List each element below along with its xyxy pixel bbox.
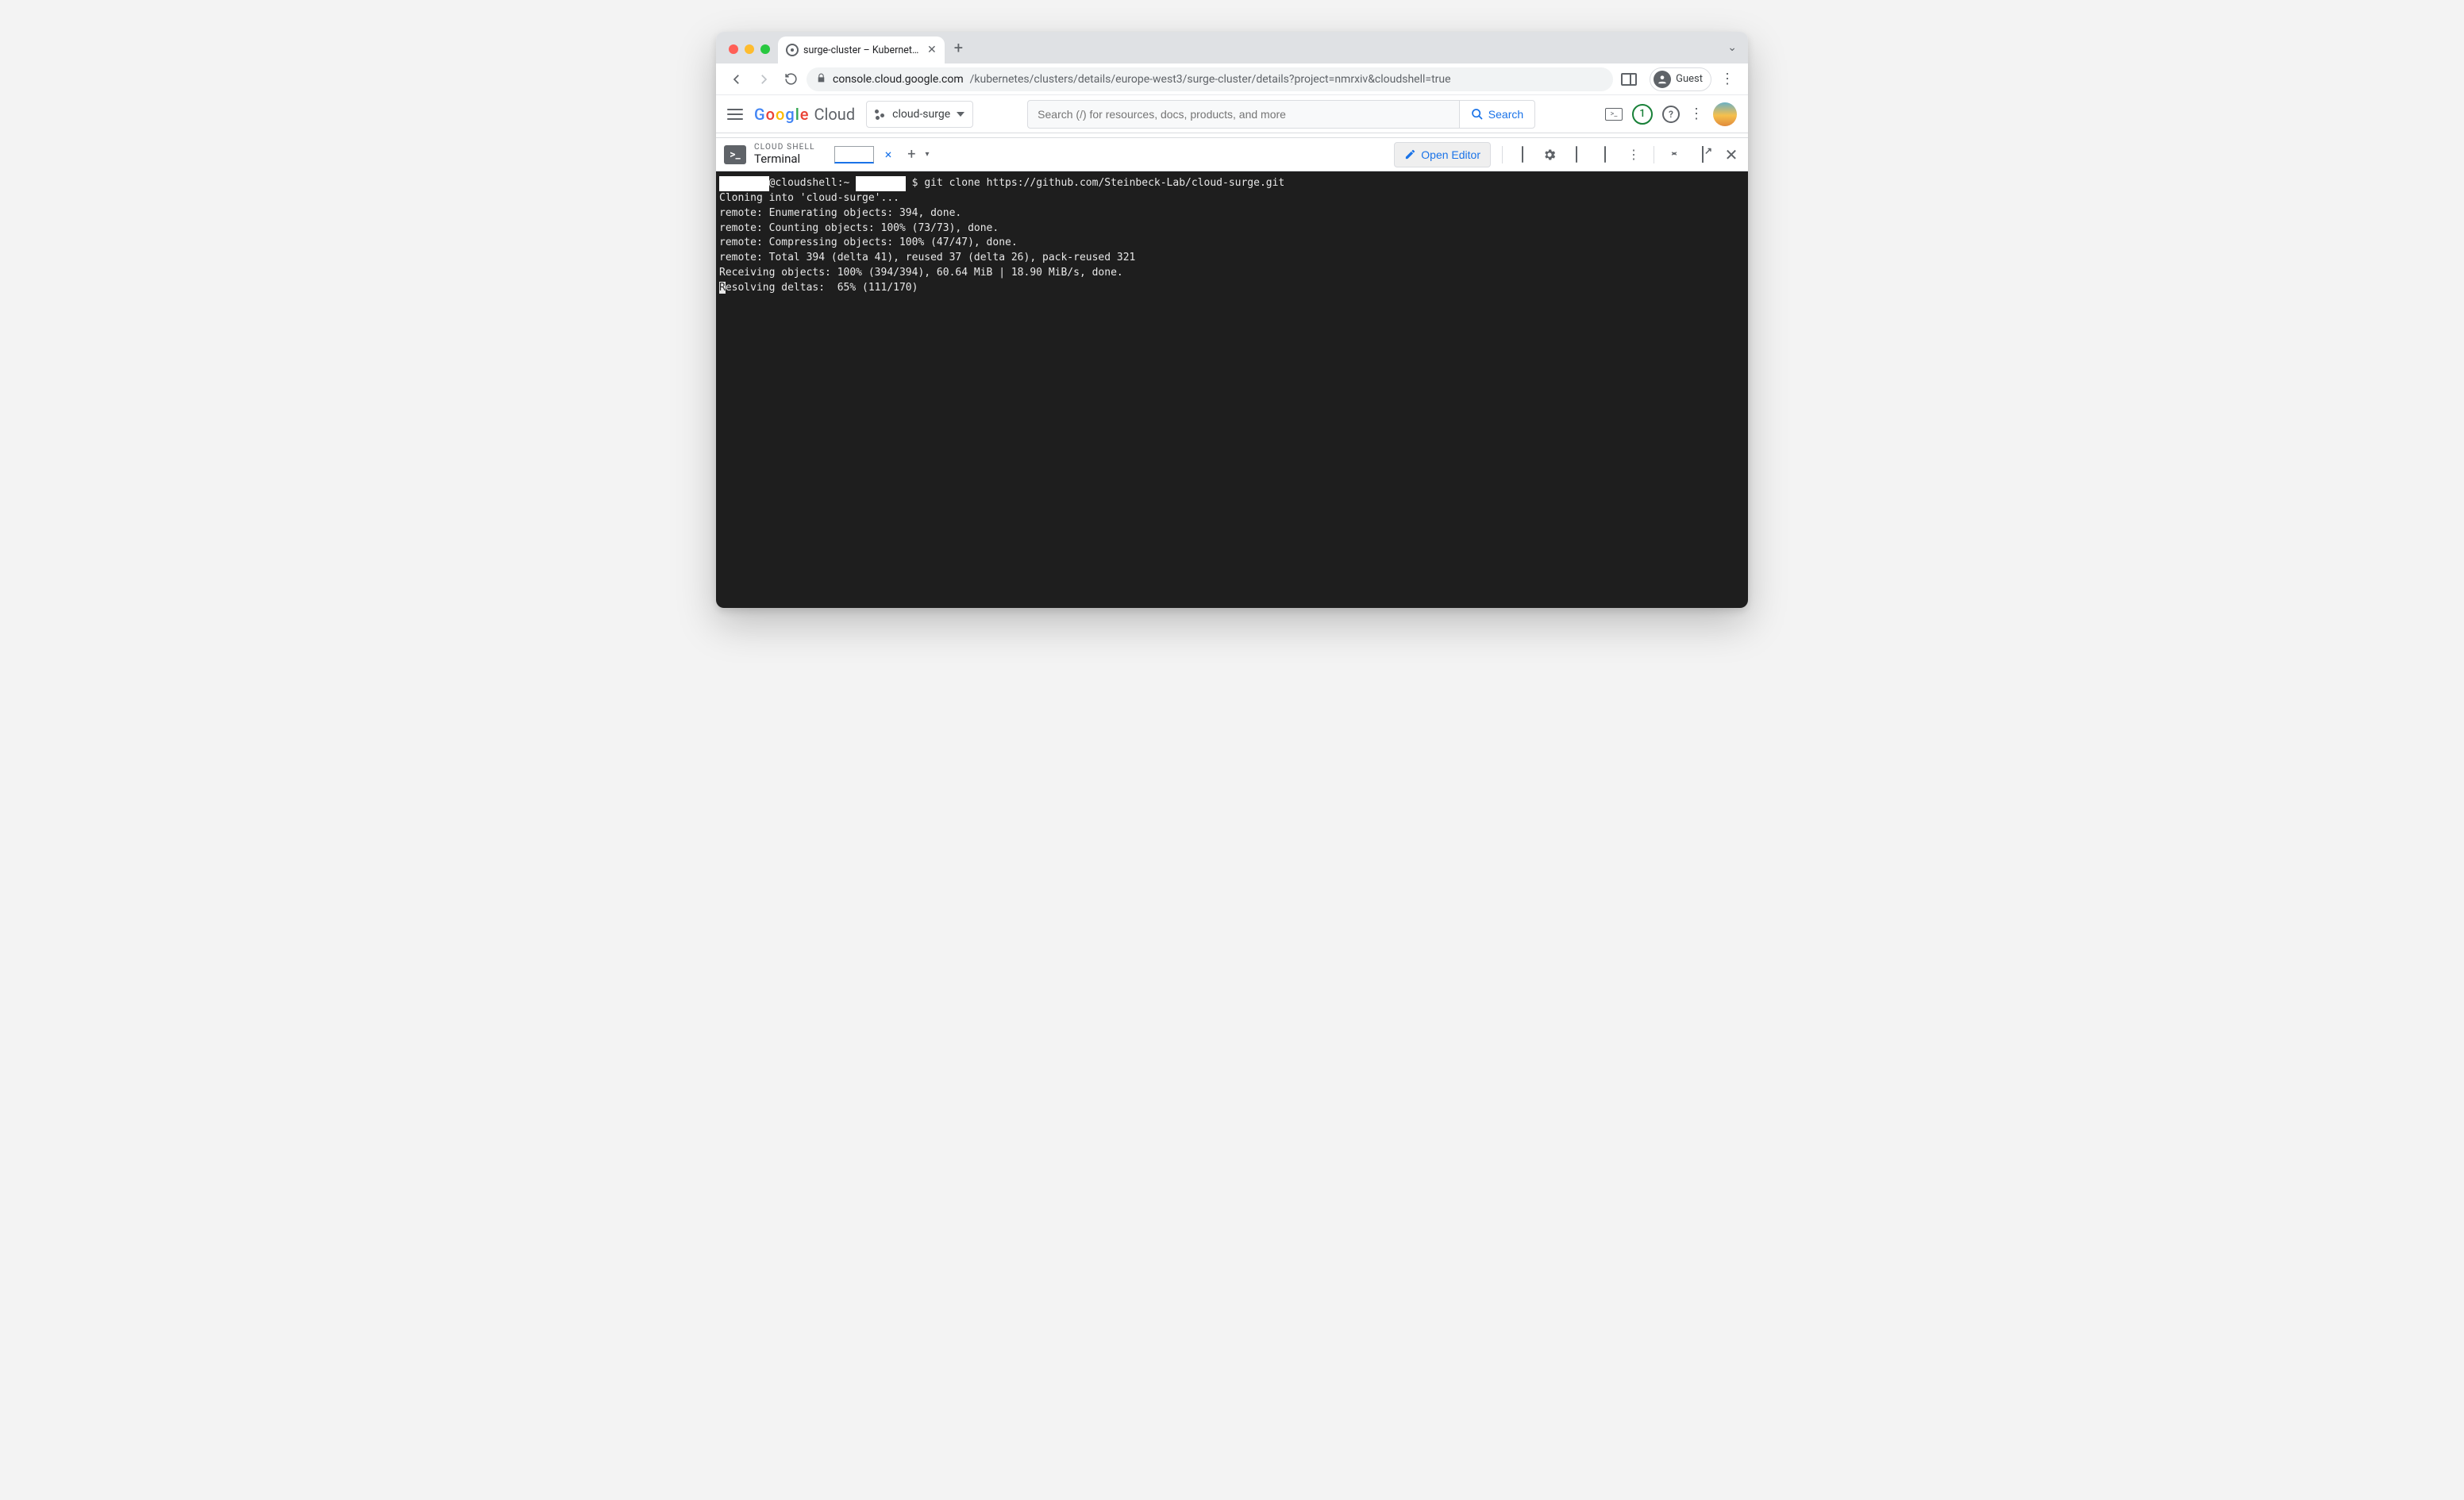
lock-icon [816,73,826,86]
redacted-project [856,176,906,191]
close-tab-icon[interactable]: ✕ [927,44,937,56]
cloudshell-toolbar: >_ CLOUD SHELL Terminal × + ▾ Open Edito… [716,138,1748,171]
open-editor-label: Open Editor [1421,148,1480,161]
url-host: console.cloud.google.com [833,73,964,86]
terminal-line: Cloning into 'cloud-surge'... [719,192,899,204]
url-path: /kubernetes/clusters/details/europe-west… [970,73,1451,86]
browser-tab[interactable]: surge-cluster – Kubernetes E… ✕ [778,37,945,63]
close-shell-icon[interactable]: ✕ [1723,145,1740,164]
terminal-line: Receiving objects: 100% (394/394), 60.64… [719,267,1123,279]
gke-favicon-icon [786,44,799,56]
more-options-icon[interactable]: ⋮ [1625,148,1642,161]
cloudshell-tab-active[interactable] [834,146,874,163]
cloudshell-subtitle: CLOUD SHELL [754,143,815,152]
account-avatar[interactable] [1713,102,1737,126]
project-selector[interactable]: cloud-surge [866,101,973,128]
nav-menu-button[interactable] [727,109,743,120]
guest-avatar-icon [1654,71,1671,88]
search-button[interactable]: Search [1459,100,1535,129]
keyboard-icon[interactable] [1514,147,1531,162]
search-button-label: Search [1488,108,1523,121]
cloud-word: Cloud [814,105,856,124]
utilities-menu-button[interactable]: ⋮ [1689,107,1704,121]
window-controls [729,44,770,54]
terminal-line: remote: Enumerating objects: 394, done. [719,207,961,219]
tab-title: surge-cluster – Kubernetes E… [803,44,922,56]
project-icon [875,109,886,120]
side-panel-button[interactable] [1618,68,1640,90]
layout-icon[interactable] [1596,147,1614,162]
google-cloud-logo[interactable]: Google Cloud [754,105,855,124]
profile-chip[interactable]: Guest [1650,67,1711,91]
maximize-window-button[interactable] [760,44,770,54]
cloudshell-logo-icon: >_ [724,145,746,164]
toolbar-separator [1502,146,1503,163]
settings-icon[interactable] [1542,148,1557,162]
terminal-line: remote: Compressing objects: 100% (47/47… [719,237,1018,248]
trial-badge[interactable]: 1 [1632,104,1653,125]
back-button[interactable] [726,68,748,90]
open-editor-button[interactable]: Open Editor [1394,142,1491,167]
project-name: cloud-surge [892,108,950,121]
help-button[interactable]: ? [1662,106,1680,123]
command-text: git clone https://github.com/Steinbeck-L… [924,177,1284,189]
chrome-tabstrip: surge-cluster – Kubernetes E… ✕ + ⌄ [716,32,1748,63]
chrome-toolbar: console.cloud.google.com/kubernetes/clus… [716,63,1748,95]
close-shell-tab-icon[interactable]: × [885,147,892,162]
open-new-window-icon[interactable] [1694,147,1711,162]
browser-window: surge-cluster – Kubernetes E… ✕ + ⌄ cons… [716,32,1748,608]
terminal-line: esolving deltas: 65% (111/170) [726,282,918,294]
gcp-header: Google Cloud cloud-surge Search >_ 1 ? ⋮ [716,95,1748,133]
close-window-button[interactable] [729,44,738,54]
chrome-menu-button[interactable]: ⋮ [1716,68,1738,90]
cloudshell-title: Terminal [754,152,815,166]
terminal-line: remote: Counting objects: 100% (73/73), … [719,222,999,234]
new-shell-tab-button[interactable]: + [907,146,915,163]
new-tab-button[interactable]: + [945,38,972,63]
gke-subnav [716,133,1748,138]
guest-label: Guest [1676,73,1703,85]
terminal-cursor: R [719,282,726,294]
terminal[interactable]: @cloudshell:~ $ git clone https://github… [716,171,1748,608]
new-tab-menu-icon[interactable]: ▾ [925,150,929,159]
search-container: Search [1027,100,1535,129]
cloudshell-titles: CLOUD SHELL Terminal [754,143,815,166]
web-preview-icon[interactable] [1568,147,1585,162]
activate-cloudshell-button[interactable]: >_ [1605,108,1623,121]
global-search-input[interactable] [1027,100,1459,129]
expand-tabs-icon[interactable]: ⌄ [1727,41,1737,54]
redacted-user [719,176,769,191]
reload-button[interactable] [780,68,802,90]
collapse-icon[interactable]: ⌄⌃ [1665,148,1683,160]
minimize-window-button[interactable] [745,44,754,54]
forward-button[interactable] [753,68,775,90]
address-bar[interactable]: console.cloud.google.com/kubernetes/clus… [807,67,1613,91]
terminal-line: remote: Total 394 (delta 41), reused 37 … [719,252,1135,263]
